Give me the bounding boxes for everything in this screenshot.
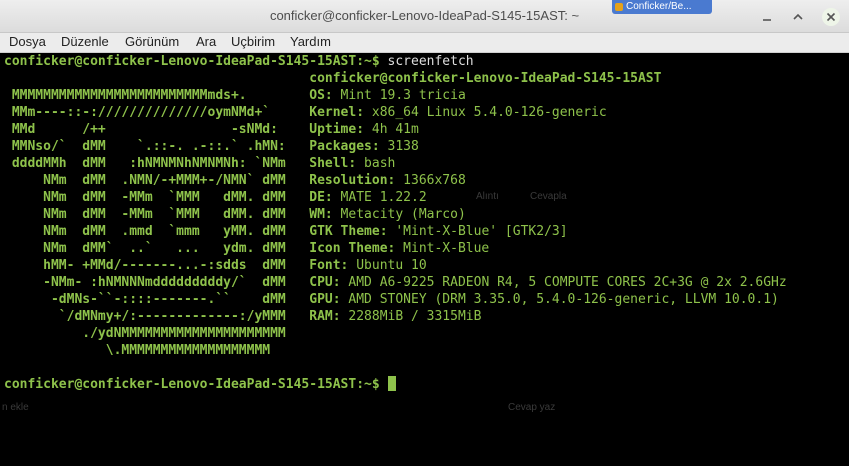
menu-ara[interactable]: Ara (196, 34, 216, 49)
screenfetch-line: ./ydNMMMMMMMMMMMMMMMMMMMMM (4, 326, 309, 341)
screenfetch-line: -dMNs-``-::::-------.`` dMM GPU: AMD STO… (4, 292, 779, 307)
screenfetch-line: NMm dMM .NMN/-+MMM+-/NMN` dMM Resolution… (4, 173, 466, 188)
screenfetch-line: -NMm- :hNMNNNmdddddddddy/` dMM CPU: AMD … (4, 275, 787, 290)
screenfetch-line: NMm dMM .mmd `mmm yMM. dMM GTK Theme: 'M… (4, 224, 568, 239)
background-ghost-text: Cevap yaz (508, 402, 556, 413)
screenfetch-line: MMNso/` dMM `.::-. .-::.` .hMN: Packages… (4, 139, 419, 154)
info-label: GPU: (309, 292, 341, 307)
info-value: x86_64 Linux 5.4.0-126-generic (364, 105, 607, 120)
terminal-output: conficker@conficker-Lenovo-IdeaPad-S145-… (4, 53, 787, 393)
logo-art: NMm dMM -MMm `MMM dMM. dMM (4, 207, 310, 222)
info-value: 1366x768 (395, 173, 466, 188)
screenfetch-line: conficker@conficker-Lenovo-IdeaPad-S145-… (4, 71, 661, 86)
screenfetch-line: `/dMNmy+/:-------------:/yMMM RAM: 2288M… (4, 309, 482, 324)
window-title: conficker@conficker-Lenovo-IdeaPad-S145-… (269, 8, 580, 23)
screenfetch-line: MMMMMMMMMMMMMMMMMMMMMMMMMmds+. OS: Mint … (4, 88, 466, 103)
info-label: Uptime: (309, 122, 365, 137)
logo-art: `/dMNmy+/:-------------:/yMMM (4, 309, 310, 324)
info-value: MATE 1.22.2 (332, 190, 427, 205)
logo-art: ddddMMh dMM :hNMNMNhNMNMNh: `NMm (4, 156, 310, 171)
logo-art: MMNso/` dMM `.::-. .-::.` .hMN: (4, 139, 310, 154)
logo-art: ./ydNMMMMMMMMMMMMMMMMMMMMM (4, 326, 310, 341)
terminal-area[interactable]: Alıntı Cevapla Cevap yaz n ekle conficke… (0, 53, 849, 466)
info-value: 4h 41m (364, 122, 419, 137)
minimize-icon (763, 19, 771, 21)
info-value: bash (356, 156, 396, 171)
logo-art: hMM- +MMd/-------...-:sdds dMM (4, 258, 310, 273)
info-label: WM: (309, 207, 333, 222)
info-label: CPU: (309, 275, 341, 290)
background-ghost-text: n ekle (2, 402, 29, 413)
minimize-button[interactable] (758, 8, 776, 26)
info-label: Packages: (309, 139, 380, 154)
terminal-window: Conficker/Be... conficker@conficker-Leno… (0, 0, 849, 466)
menu-yardim[interactable]: Yardım (290, 34, 331, 49)
prompt-line: conficker@conficker-Lenovo-IdeaPad-S145-… (4, 54, 474, 69)
close-button[interactable] (822, 8, 840, 26)
logo-art: \.MMMMMMMMMMMMMMMMMMM (4, 343, 310, 358)
info-label: Font: (309, 258, 349, 273)
logo-art: MMd /++ -sNMd: (4, 122, 310, 137)
info-value: AMD A6-9225 RADEON R4, 5 COMPUTE CORES 2… (340, 275, 787, 290)
screenfetch-line: \.MMMMMMMMMMMMMMMMMMM (4, 343, 309, 358)
logo-art: NMm dMM .mmd `mmm yMM. dMM (4, 224, 310, 239)
logo-art: MMMMMMMMMMMMMMMMMMMMMMMMMmds+. (4, 88, 310, 103)
info-label: OS: (309, 88, 333, 103)
screenfetch-output: conficker@conficker-Lenovo-IdeaPad-S145-… (4, 71, 787, 358)
info-label: DE: (309, 190, 333, 205)
info-title: conficker@conficker-Lenovo-IdeaPad-S145-… (309, 71, 662, 86)
info-label: GTK Theme: (309, 224, 388, 239)
info-value: AMD STONEY (DRM 3.35.0, 5.4.0-126-generi… (340, 292, 779, 307)
info-value: 3138 (379, 139, 419, 154)
info-value: Metacity (Marco) (332, 207, 466, 222)
logo-art: NMm dMM -MMm `MMM dMM. dMM (4, 190, 310, 205)
info-label: Kernel: (309, 105, 365, 120)
info-label: RAM: (309, 309, 341, 324)
screenfetch-line: MMm----::-://////////////oymNMd+` Kernel… (4, 105, 607, 120)
info-label: Resolution: (309, 173, 396, 188)
info-label: Shell: (309, 156, 357, 171)
command-text: screenfetch (387, 54, 474, 69)
maximize-icon (793, 13, 803, 20)
logo-art: NMm dMM .NMN/-+MMM+-/NMN` dMM (4, 173, 310, 188)
prompt-line: conficker@conficker-Lenovo-IdeaPad-S145-… (4, 376, 396, 392)
prompt-suffix: :~$ (356, 54, 388, 69)
info-value: 2288MiB / 3315MiB (340, 309, 482, 324)
menu-gorunum[interactable]: Görünüm (125, 34, 179, 49)
logo-art: -NMm- :hNMNNNmdddddddddy/` dMM (4, 275, 310, 290)
screenfetch-line: ddddMMh dMM :hNMNMNhNMNMNh: `NMm Shell: … (4, 156, 396, 171)
screenfetch-line: NMm dMM -MMm `MMM dMM. dMM WM: Metacity … (4, 207, 466, 222)
prompt-user-host: conficker@conficker-Lenovo-IdeaPad-S145-… (4, 377, 357, 392)
info-value: Mint-X-Blue (395, 241, 490, 256)
menu-bar: Dosya Düzenle Görünüm Ara Uçbirim Yardım (0, 33, 849, 53)
info-value: Mint 19.3 tricia (332, 88, 466, 103)
menu-ucbirim[interactable]: Uçbirim (231, 34, 275, 49)
screenfetch-line: NMm dMM` ..` ... ydm. dMM Icon Theme: Mi… (4, 241, 489, 256)
maximize-button[interactable] (789, 8, 807, 26)
menu-duzenle[interactable]: Düzenle (61, 34, 109, 49)
close-icon (826, 12, 836, 22)
menu-dosya[interactable]: Dosya (9, 34, 46, 49)
prompt-suffix: :~$ (356, 377, 388, 392)
screenfetch-line: NMm dMM -MMm `MMM dMM. dMM DE: MATE 1.22… (4, 190, 427, 205)
logo-art: MMm----::-://////////////oymNMd+` (4, 105, 310, 120)
info-value: 'Mint-X-Blue' [GTK2/3] (387, 224, 568, 239)
text-cursor (387, 376, 396, 391)
logo-art (4, 71, 309, 86)
screenfetch-line: hMM- +MMd/-------...-:sdds dMM Font: Ubu… (4, 258, 427, 273)
prompt-user-host: conficker@conficker-Lenovo-IdeaPad-S145-… (4, 54, 357, 69)
title-bar[interactable]: Conficker/Be... conficker@conficker-Leno… (0, 0, 849, 33)
logo-art: NMm dMM` ..` ... ydm. dMM (4, 241, 310, 256)
info-value: Ubuntu 10 (348, 258, 427, 273)
screenfetch-line: MMd /++ -sNMd: Uptime: 4h 41m (4, 122, 419, 137)
logo-art: -dMNs-``-::::-------.`` dMM (4, 292, 310, 307)
info-label: Icon Theme: (309, 241, 396, 256)
